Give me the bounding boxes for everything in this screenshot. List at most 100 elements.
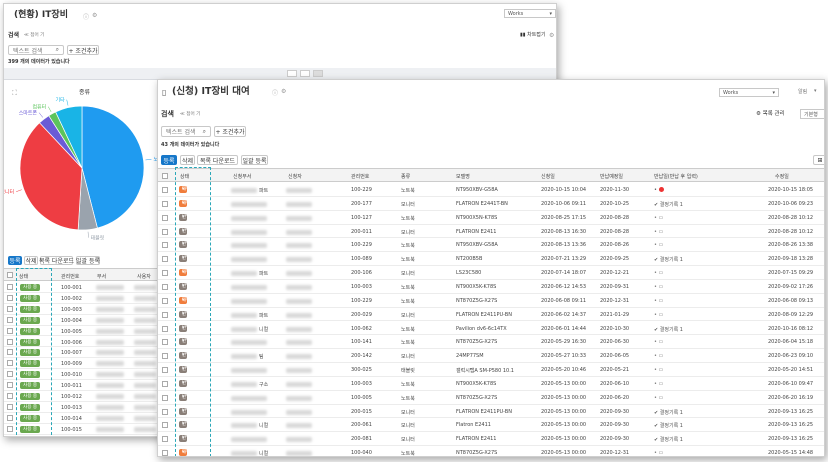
row-checkbox[interactable] <box>7 284 13 290</box>
row-checkbox[interactable] <box>7 382 13 389</box>
return-cell[interactable]: • ▭ <box>654 381 663 387</box>
delete-button[interactable]: 삭제 <box>180 155 195 165</box>
table-row[interactable]: 대여 중 ▾ 니컬 100-040 노트북 NT870Z5G-X27S 2020-05-1… <box>158 446 824 456</box>
row-checkbox[interactable] <box>162 200 168 207</box>
collapse-search-link[interactable]: ≪ 접어 기 <box>24 33 44 39</box>
row-checkbox[interactable] <box>162 270 168 277</box>
list-view-icon[interactable] <box>287 70 297 77</box>
column-header[interactable]: 관리번호 <box>61 273 79 280</box>
table-row[interactable]: 반납완료 ▾ 100-003 노트북 NT900X5K-K78S 2020-06-12 … <box>158 280 824 294</box>
bulk-register-button[interactable]: 일괄 등록 <box>241 155 268 165</box>
row-checkbox[interactable] <box>162 353 168 360</box>
return-cell[interactable]: ✔ 결정기록 1 <box>654 326 683 333</box>
table-row[interactable]: 반납완료 ▾ 300-025 태블릿 갤럭시탭A SM-P580 10.1 2020-0… <box>158 363 824 377</box>
row-checkbox[interactable] <box>7 327 13 334</box>
row-checkbox[interactable] <box>7 349 13 356</box>
column-header[interactable]: 부서 <box>97 273 106 280</box>
return-cell[interactable]: • ▭ <box>654 298 663 304</box>
gear-icon[interactable]: ⚙ <box>281 88 286 95</box>
row-checkbox[interactable] <box>162 450 168 456</box>
table-row[interactable]: 대여 중 ▾ 200-177 모니터 FLATRON E2441T-BN 2020-10… <box>158 197 824 211</box>
table-row[interactable]: 반납완료 ▾ 니컬 200-061 모니터 Flatron E2411 2020-05-1… <box>158 418 824 433</box>
column-header[interactable]: 신청부서 <box>233 173 251 180</box>
row-checkbox[interactable] <box>7 294 13 301</box>
row-checkbox[interactable] <box>162 436 168 443</box>
row-checkbox[interactable] <box>162 408 168 415</box>
return-cell[interactable]: • ▭ <box>654 312 663 318</box>
column-header[interactable]: 신청자 <box>288 173 302 180</box>
table-row[interactable]: 반납완료 ▾ 200-015 모니터 FLATRON E2411PU-BN 2020-0… <box>158 405 824 419</box>
column-header[interactable]: 종류 <box>401 173 410 180</box>
row-checkbox[interactable] <box>7 316 13 323</box>
return-cell[interactable]: • ▭ <box>654 353 663 359</box>
collapse-search-link[interactable]: ≪ 접어 기 <box>180 112 200 118</box>
view-select[interactable]: 기본형 <box>800 109 824 119</box>
table-row[interactable]: 반납완료 ▾ 니컬 100-062 노트북 Pavilion dv6-6c14TX 202… <box>158 322 824 336</box>
return-cell[interactable]: • ▭ <box>654 339 663 345</box>
row-checkbox[interactable] <box>162 256 168 263</box>
table-row[interactable]: 대여 중 ▾ 100-229 노트북 NT870Z5G-X27S 2020-06-08 … <box>158 294 824 308</box>
return-cell[interactable]: • ▭ <box>654 284 663 290</box>
table-row[interactable]: 반납완료 ▾ 100-127 노트북 NT900X5N-K78S 2020-08-25 … <box>158 211 824 225</box>
row-checkbox[interactable] <box>162 187 168 193</box>
table-row[interactable]: 반납완료 ▾ 200-011 모니터 FLATRON E2411 2020-08-13 … <box>158 225 824 239</box>
column-header[interactable]: 수정일 <box>775 173 789 180</box>
row-checkbox[interactable] <box>7 393 13 399</box>
table-row[interactable]: 반납완료 ▾ 팀 200-142 모니터 24MP77SM 2020-05-27 10:3… <box>158 349 824 364</box>
workspace-select[interactable]: Works ▾ <box>719 88 779 97</box>
return-cell[interactable]: • ▭ <box>654 229 663 235</box>
row-checkbox[interactable] <box>162 394 168 401</box>
table-row[interactable]: 반납완료 ▾ 구소 100-003 노트북 NT900X5K-K78S 2020-05-1… <box>158 377 824 391</box>
add-condition-button[interactable]: + 조건추가 <box>214 126 246 137</box>
return-cell[interactable]: ✔ 결정기록 1 <box>654 436 683 443</box>
return-cell[interactable]: • ▭ <box>654 187 664 193</box>
table-row[interactable]: 반납완료 ▾ 200-081 모니터 FLATRON E2411 2020-05-13 … <box>158 432 824 447</box>
row-checkbox[interactable] <box>162 380 168 387</box>
more-menu-icon[interactable]: ▾ <box>814 89 817 94</box>
select-all-checkbox[interactable] <box>7 272 13 278</box>
row-checkbox[interactable] <box>162 422 168 429</box>
add-condition-button[interactable]: + 조건추가 <box>67 45 99 55</box>
row-checkbox[interactable] <box>7 403 13 410</box>
settings-icon[interactable]: ⚙ <box>549 32 554 39</box>
return-cell[interactable]: • ▭ <box>654 242 663 248</box>
workspace-select[interactable]: Works ▾ <box>504 9 556 18</box>
table-row[interactable]: 반납완료 ▾ 파트 200-029 모니터 FLATRON E2411PU-BN 2020… <box>158 308 824 322</box>
search-input[interactable]: 텍스트 검색 ⌕ <box>8 45 64 55</box>
row-checkbox[interactable] <box>7 414 13 421</box>
row-checkbox[interactable] <box>7 305 13 312</box>
row-checkbox[interactable] <box>7 338 13 345</box>
return-cell[interactable]: • ▭ <box>654 215 663 221</box>
search-input[interactable]: 텍스트 검색 ⌕ <box>161 126 211 137</box>
grid-view-icon[interactable] <box>300 70 310 77</box>
return-cell[interactable]: ✔ 결정기록 1 <box>654 201 683 208</box>
column-header[interactable]: 신청일 <box>541 173 555 180</box>
return-cell[interactable]: ✔ 결정기록 1 <box>654 409 683 416</box>
select-all-checkbox[interactable] <box>162 173 168 179</box>
row-checkbox[interactable] <box>7 425 13 432</box>
download-list-button[interactable]: 목록 다운로드 <box>39 256 74 265</box>
bulk-register-button[interactable]: 일괄 등록 <box>76 256 100 265</box>
table-row[interactable]: 대여 중 ▾ 파트 100-229 노트북 NT950XBV-G58A 2020-10-1… <box>158 183 824 197</box>
row-checkbox[interactable] <box>7 360 13 367</box>
register-button[interactable]: 등록 <box>8 256 22 265</box>
return-cell[interactable]: ✔ 결정기록 1 <box>654 422 683 429</box>
return-cell[interactable]: • ▭ <box>654 270 663 276</box>
column-header[interactable]: 반납예정일 <box>600 173 623 180</box>
notification-link[interactable]: 알림 <box>798 90 807 95</box>
table-row[interactable]: 반납완료 ▾ 100-005 노트북 NT870Z5G-X27S 2020-05-13 … <box>158 391 824 405</box>
row-checkbox[interactable] <box>162 242 168 249</box>
register-button[interactable]: 등록 <box>161 155 177 165</box>
row-checkbox[interactable] <box>7 371 13 378</box>
chart-toggle-link[interactable]: ▮▮ 차트접기 <box>520 33 546 38</box>
table-row[interactable]: 반납완료 ▾ 100-089 노트북 NT200B5B 2020-07-21 13:29… <box>158 252 824 267</box>
return-cell[interactable]: • ▭ <box>654 450 663 456</box>
row-checkbox[interactable] <box>162 367 168 374</box>
return-cell[interactable]: • ▭ <box>654 395 663 401</box>
list-manage-link[interactable]: ⚙ 목록 관리 <box>756 111 785 118</box>
row-checkbox[interactable] <box>162 297 168 304</box>
table-row[interactable]: 반납완료 ▾ 100-229 노트북 NT950XBV-G58A 2020-08-13 … <box>158 238 824 253</box>
return-cell[interactable]: • ▭ <box>654 367 663 373</box>
column-header[interactable]: 관리번호 <box>351 173 369 180</box>
row-checkbox[interactable] <box>162 311 168 318</box>
